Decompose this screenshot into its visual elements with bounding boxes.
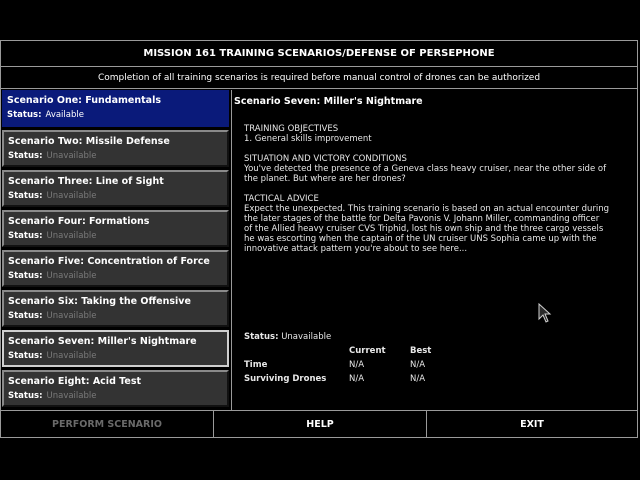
stats-status-label: Status: <box>244 332 279 342</box>
scenario-status-label: Status: <box>8 191 43 201</box>
objectives-line: 1. General skills improvement <box>244 134 372 144</box>
scenario-status-value: Unavailable <box>46 391 97 401</box>
scenario-name: Scenario Five: Concentration of Force <box>8 256 210 267</box>
scenario-item-7[interactable]: Scenario Seven: Miller's Nightmare Statu… <box>2 330 229 367</box>
scenario-status-value: Unavailable <box>46 271 97 281</box>
scenario-item-2[interactable]: Scenario Two: Missile Defense Status: Una… <box>2 130 229 167</box>
perform-scenario-button[interactable]: PERFORM SCENARIO <box>1 411 213 438</box>
advice-section: TACTICAL ADVICE Expect the unexpected. T… <box>244 194 624 254</box>
scenario-detail-panel: Scenario Seven: Miller's Nightmare TRAIN… <box>233 90 637 410</box>
exit-button[interactable]: EXIT <box>426 411 637 438</box>
panel-divider <box>231 90 232 410</box>
stats-status-value: Unavailable <box>281 332 332 342</box>
detail-title: Scenario Seven: Miller's Nightmare <box>234 96 423 107</box>
scenario-item-4[interactable]: Scenario Four: Formations Status: Unavail… <box>2 210 229 247</box>
scenario-item-1[interactable]: Scenario One: Fundamentals Status: Availa… <box>2 90 229 127</box>
scenario-status-value: Unavailable <box>46 151 97 161</box>
objectives-heading: TRAINING OBJECTIVES <box>244 124 339 134</box>
col-best-header: Best <box>410 346 432 356</box>
scenario-status-value: Unavailable <box>46 351 97 361</box>
situation-section: SITUATION AND VICTORY CONDITIONS You've … <box>244 154 624 184</box>
scenario-status-value: Unavailable <box>46 191 97 201</box>
time-current-value: N/A <box>349 360 365 370</box>
situation-line: You've detected the presence of a Geneva… <box>244 164 607 174</box>
mouse-pointer-icon <box>538 302 552 327</box>
col-current-header: Current <box>349 346 386 356</box>
drones-current-value: N/A <box>349 374 365 384</box>
drones-best-value: N/A <box>410 374 426 384</box>
scenario-status-label: Status: <box>8 151 43 161</box>
scenario-name: Scenario Four: Formations <box>8 216 150 227</box>
advice-line: of the Allied heavy cruiser CVS Triphid,… <box>244 224 604 234</box>
row-drones-label: Surviving Drones <box>244 374 327 384</box>
scenario-status-label: Status: <box>8 311 43 321</box>
scenario-item-3[interactable]: Scenario Three: Line of Sight Status: Una… <box>2 170 229 207</box>
scenario-name: Scenario Three: Line of Sight <box>8 176 164 187</box>
scenario-name: Scenario Six: Taking the Offensive <box>8 296 191 307</box>
scenario-name: Scenario Two: Missile Defense <box>8 136 170 147</box>
help-button[interactable]: HELP <box>213 411 426 438</box>
scenario-status-value: Unavailable <box>46 231 97 241</box>
situation-heading: SITUATION AND VICTORY CONDITIONS <box>244 154 407 164</box>
advice-line: innovative attack pattern you're about t… <box>244 244 468 254</box>
advice-line: Expect the unexpected. This training sce… <box>244 204 610 214</box>
time-best-value: N/A <box>410 360 426 370</box>
scenario-list: Scenario One: Fundamentals Status: Availa… <box>1 90 231 410</box>
mission-title: MISSION 161 TRAINING SCENARIOS/DEFENSE O… <box>1 41 637 67</box>
scenario-status-label: Status: <box>8 271 43 281</box>
scenario-status-label: Status: <box>8 351 43 361</box>
scenario-status-label: Status: <box>8 231 43 241</box>
scenario-name: Scenario One: Fundamentals <box>7 95 161 106</box>
scenario-status-label: Status: <box>8 391 43 401</box>
advice-line: he was escorting when the captain of the… <box>244 234 597 244</box>
scenario-status-value: Available <box>45 110 84 120</box>
scenario-status-label: Status: <box>7 110 42 120</box>
scenario-name: Scenario Eight: Acid Test <box>8 376 142 387</box>
scenario-status-value: Unavailable <box>46 311 97 321</box>
scenario-item-8[interactable]: Scenario Eight: Acid Test Status: Unavail… <box>2 370 229 407</box>
advice-line: the later stages of the battle for Delta… <box>244 214 600 224</box>
scenario-name: Scenario Seven: Miller's Nightmare <box>8 336 197 347</box>
advice-heading: TACTICAL ADVICE <box>244 194 319 204</box>
mission-subtitle: Completion of all training scenarios is … <box>1 68 637 89</box>
scenario-item-5[interactable]: Scenario Five: Concentration of Force St… <box>2 250 229 287</box>
situation-line: the planet. But where are her drones? <box>244 174 406 184</box>
row-time-label: Time <box>244 360 268 370</box>
objectives-section: TRAINING OBJECTIVES 1. General skills im… <box>244 124 624 144</box>
scenario-item-6[interactable]: Scenario Six: Taking the Offensive Statu… <box>2 290 229 327</box>
